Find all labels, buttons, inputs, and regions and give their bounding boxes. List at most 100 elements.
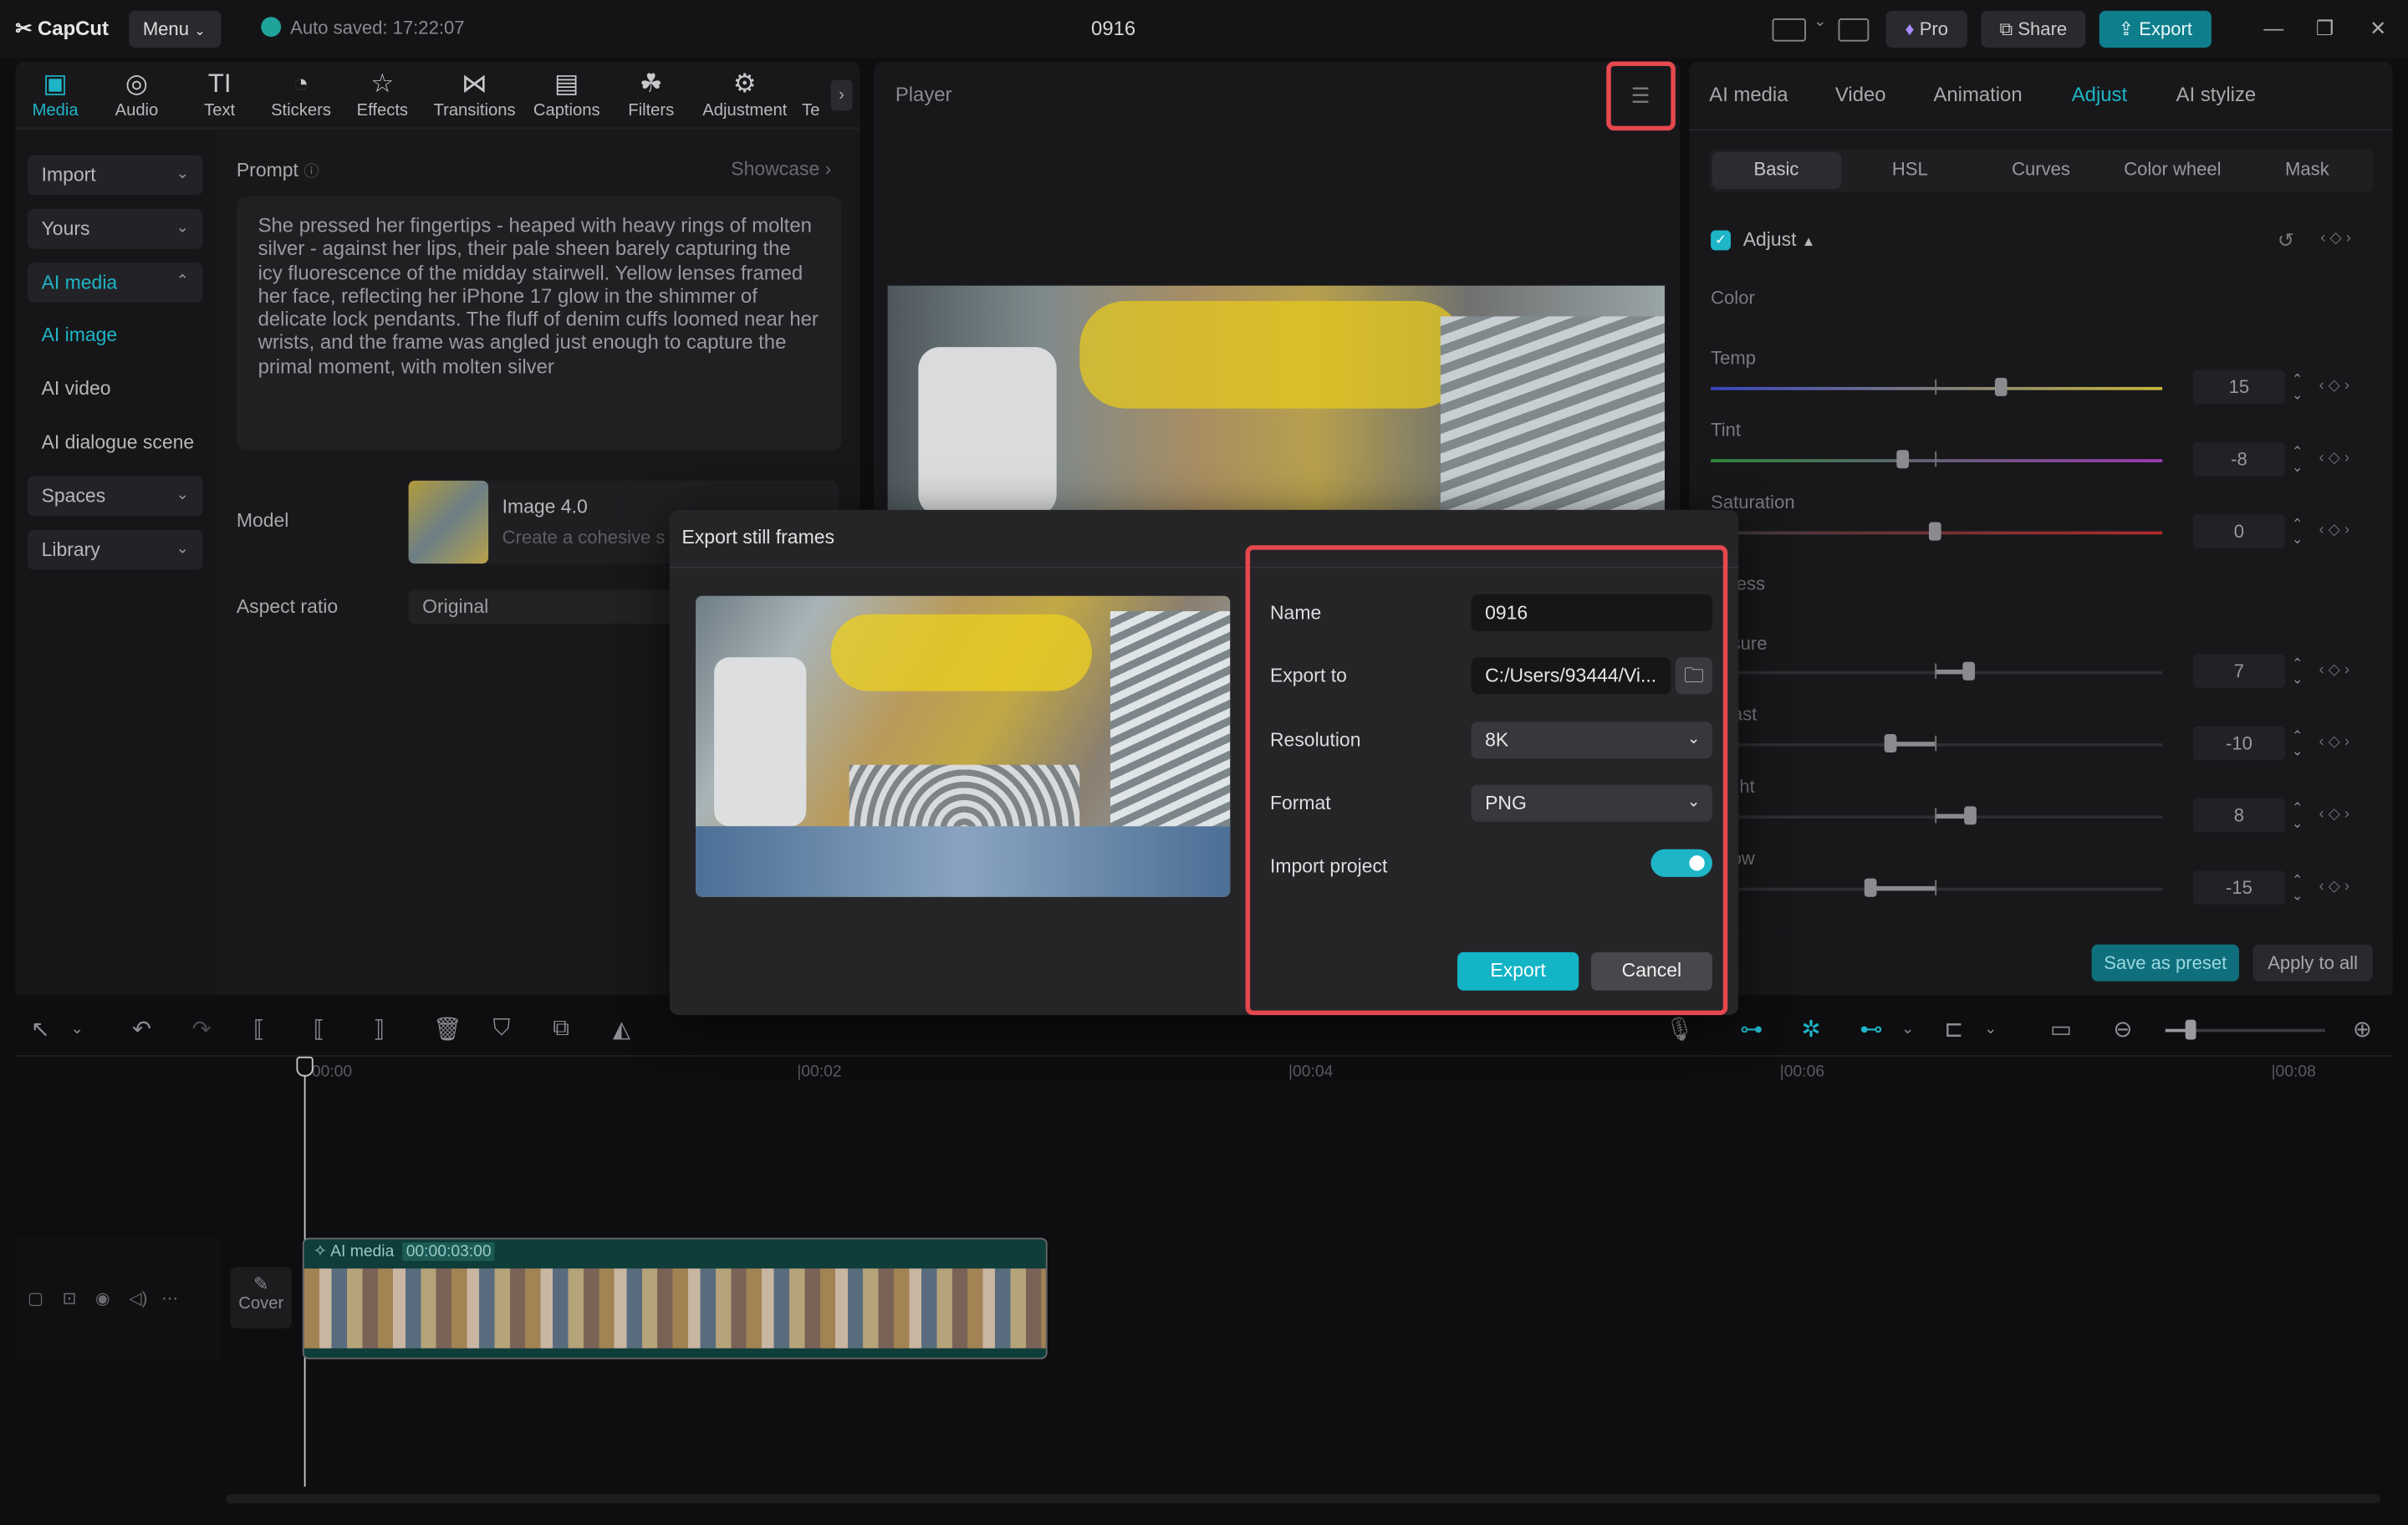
toolbar-media[interactable]: ▣ Media bbox=[11, 68, 100, 120]
saturation-slider-thumb[interactable] bbox=[1928, 522, 1941, 541]
split-right-icon[interactable]: ⟧ bbox=[373, 1015, 385, 1043]
toolbar-text[interactable]: TI Text bbox=[175, 68, 264, 120]
preview-axis-icon[interactable]: ⊏ bbox=[1944, 1015, 1963, 1043]
tab-ai-media[interactable]: AI media bbox=[1709, 83, 1788, 106]
contrast-keyframe-icon[interactable]: ‹ ◇ › bbox=[2319, 734, 2349, 751]
zoom-in-icon[interactable]: ⊕ bbox=[2353, 1015, 2372, 1043]
tint-keyframe-icon[interactable]: ‹ ◇ › bbox=[2319, 450, 2349, 467]
share-button[interactable]: ⧉ Share bbox=[1981, 10, 2086, 48]
toolbar-captions[interactable]: ▤ Captions bbox=[522, 68, 611, 120]
link-icon[interactable]: ⊷ bbox=[1860, 1015, 1883, 1043]
highlight-stepper-icon[interactable]: ⌃ ⌄ bbox=[2288, 800, 2307, 831]
minimize-icon[interactable]: — bbox=[2263, 17, 2283, 40]
exposure-keyframe-icon[interactable]: ‹ ◇ › bbox=[2319, 662, 2349, 679]
toolbar-transitions[interactable]: ⋈ Transitions bbox=[430, 68, 519, 120]
contrast-slider-thumb[interactable] bbox=[1884, 734, 1897, 753]
sidebar-ai-video[interactable]: AI video bbox=[42, 378, 111, 400]
subtab-color-wheel[interactable]: Color wheel bbox=[2124, 158, 2221, 180]
tint-value[interactable]: -8 bbox=[2192, 442, 2286, 477]
menu-button[interactable]: Menu ⌄ bbox=[129, 10, 222, 48]
sidebar-ai-media[interactable]: AI media ⌃ bbox=[28, 263, 203, 303]
chevron-right-icon[interactable]: › bbox=[830, 79, 853, 111]
shadow-slider-thumb[interactable] bbox=[1864, 878, 1877, 897]
info-icon[interactable]: ⓘ bbox=[304, 165, 319, 181]
tab-adjust[interactable]: Adjust bbox=[2072, 83, 2127, 106]
sidebar-import[interactable]: Import ⌄ bbox=[28, 155, 203, 196]
playhead-handle[interactable] bbox=[296, 1056, 314, 1077]
sidebar-ai-image[interactable]: AI image bbox=[42, 324, 118, 346]
highlight-slider-thumb[interactable] bbox=[1964, 806, 1977, 825]
temp-slider-thumb[interactable] bbox=[1994, 377, 2008, 396]
tint-slider-thumb[interactable] bbox=[1896, 450, 1910, 469]
temp-stepper-icon[interactable]: ⌃ ⌄ bbox=[2288, 372, 2307, 403]
tint-stepper-icon[interactable]: ⌃ ⌄ bbox=[2288, 444, 2307, 475]
microphone-icon[interactable]: 🎙 bbox=[1665, 1015, 1694, 1043]
sidebar-ai-dialogue[interactable]: AI dialogue scene bbox=[42, 431, 195, 453]
temp-value[interactable]: 15 bbox=[2192, 370, 2286, 405]
reset-icon[interactable]: ↺ bbox=[2278, 229, 2294, 253]
apply-all-button[interactable]: Apply to all bbox=[2252, 944, 2373, 982]
highlight-value[interactable]: 8 bbox=[2192, 798, 2286, 833]
pro-button[interactable]: ♦ Pro bbox=[1885, 10, 1967, 48]
saturation-keyframe-icon[interactable]: ‹ ◇ › bbox=[2319, 523, 2349, 539]
mirror-icon[interactable]: ◭ bbox=[613, 1015, 630, 1043]
sidebar-library[interactable]: Library ⌄ bbox=[28, 529, 203, 570]
zoom-slider-thumb[interactable] bbox=[2185, 1019, 2196, 1040]
shadow-keyframe-icon[interactable]: ‹ ◇ › bbox=[2319, 879, 2349, 895]
toolbar-filters[interactable]: ☘ Filters bbox=[607, 68, 696, 120]
tab-animation[interactable]: Animation bbox=[1933, 83, 2022, 106]
toolbar-templates[interactable]: Te bbox=[795, 68, 826, 120]
chevron-down-icon[interactable]: ⌄ bbox=[1814, 14, 1826, 31]
tab-video[interactable]: Video bbox=[1835, 83, 1886, 106]
save-preset-button[interactable]: Save as preset bbox=[2091, 944, 2239, 982]
saturation-stepper-icon[interactable]: ⌃ ⌄ bbox=[2288, 516, 2307, 547]
tab-ai-stylize[interactable]: AI stylize bbox=[2176, 83, 2257, 106]
saturation-value[interactable]: 0 bbox=[2192, 514, 2286, 548]
track-lock-icon[interactable]: ▢ ⊡ ◉ ◁) ⋯ bbox=[28, 1288, 178, 1308]
timeline-clip[interactable]: ✧ AI media 00:00:03:00 bbox=[302, 1237, 1048, 1359]
toolbar-stickers[interactable]: ◔ Stickers bbox=[257, 68, 346, 120]
magnet-icon[interactable]: ⊶ bbox=[1740, 1015, 1763, 1043]
prompt-textarea[interactable]: She pressed her fingertips - heaped with… bbox=[236, 196, 842, 451]
split-left-icon[interactable]: ⟦ bbox=[314, 1015, 325, 1043]
toolbar-adjustment[interactable]: ⚙ Adjustment bbox=[699, 68, 791, 120]
layout-icon[interactable] bbox=[1772, 18, 1806, 42]
cover-button[interactable]: ✎ Cover bbox=[230, 1267, 292, 1329]
undo-icon[interactable]: ↶ bbox=[132, 1015, 151, 1043]
export-top-button[interactable]: ⇪ Export bbox=[2099, 10, 2212, 48]
shadow-stepper-icon[interactable]: ⌃ ⌄ bbox=[2288, 872, 2307, 903]
sidebar-spaces[interactable]: Spaces ⌄ bbox=[28, 476, 203, 517]
sidebar-yours[interactable]: Yours ⌄ bbox=[28, 208, 203, 249]
contrast-value[interactable]: -10 bbox=[2192, 726, 2286, 761]
keyframe-nav-icon[interactable]: ‹ ◇ › bbox=[2320, 231, 2351, 247]
toolbar-audio[interactable]: ◎ Audio bbox=[92, 68, 181, 120]
close-icon[interactable]: ✕ bbox=[2370, 17, 2386, 41]
timeline-scrollbar[interactable] bbox=[225, 1494, 2380, 1504]
showcase-link[interactable]: Showcase › bbox=[731, 158, 831, 180]
select-tool-icon[interactable]: ↖ bbox=[31, 1015, 50, 1043]
adjust-section-label[interactable]: Adjust ▲ bbox=[1743, 229, 1816, 251]
toolbar-effects[interactable]: ☆ Effects bbox=[338, 68, 427, 120]
subtab-basic[interactable]: Basic bbox=[1754, 158, 1799, 180]
highlight-keyframe-icon[interactable]: ‹ ◇ › bbox=[2319, 806, 2349, 823]
exposure-value[interactable]: 7 bbox=[2192, 654, 2286, 688]
subtab-hsl[interactable]: HSL bbox=[1892, 158, 1928, 180]
keyboard-icon[interactable] bbox=[1838, 18, 1870, 42]
redo-icon[interactable]: ↷ bbox=[192, 1015, 212, 1043]
adjust-checkbox[interactable]: ✓ bbox=[1711, 230, 1731, 251]
temp-keyframe-icon[interactable]: ‹ ◇ › bbox=[2319, 378, 2349, 395]
snap-icon[interactable]: ✲ bbox=[1801, 1015, 1820, 1043]
exposure-slider-thumb[interactable] bbox=[1962, 661, 1976, 681]
zoom-out-icon[interactable]: ⊖ bbox=[2113, 1015, 2132, 1043]
restore-icon[interactable]: ❐ bbox=[2316, 17, 2334, 41]
delete-icon[interactable]: 🗑 bbox=[433, 1015, 462, 1043]
subtab-curves[interactable]: Curves bbox=[2012, 158, 2070, 180]
fit-icon[interactable]: ▭ bbox=[2050, 1015, 2072, 1043]
chevron-down-icon[interactable]: ⌄ bbox=[1901, 1022, 1914, 1038]
shield-icon[interactable]: ⛉ bbox=[493, 1015, 511, 1041]
contrast-stepper-icon[interactable]: ⌃ ⌄ bbox=[2288, 728, 2307, 759]
split-icon[interactable]: ⟦ bbox=[253, 1015, 265, 1043]
shadow-value[interactable]: -15 bbox=[2192, 870, 2286, 905]
exposure-stepper-icon[interactable]: ⌃ ⌄ bbox=[2288, 655, 2307, 686]
subtab-mask[interactable]: Mask bbox=[2285, 158, 2329, 180]
